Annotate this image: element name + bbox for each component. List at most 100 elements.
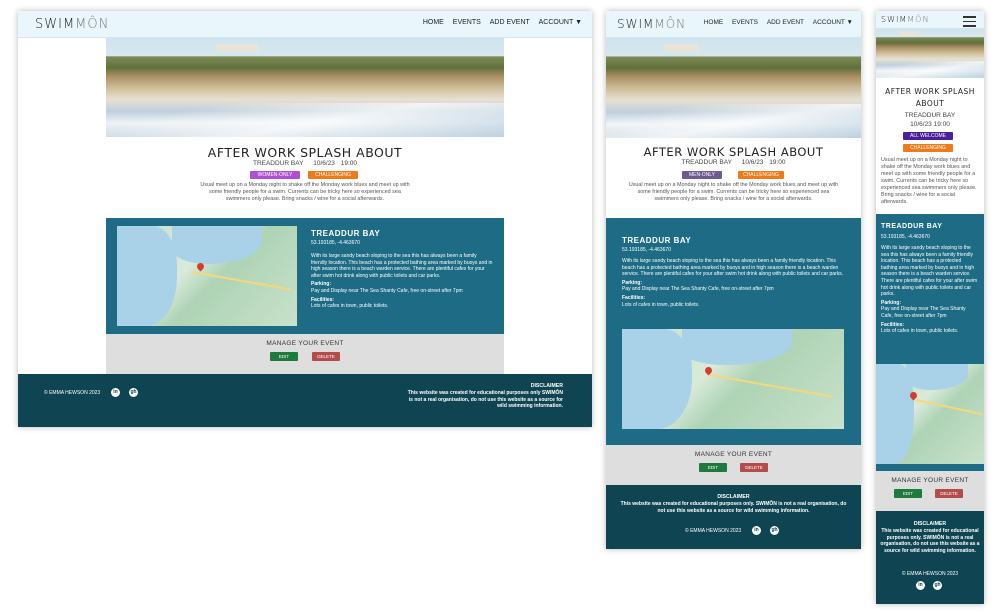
- facilities-text: Lots of cafes in town, public toilets.: [881, 328, 959, 335]
- event-date: 10/6/23: [741, 159, 764, 166]
- footer: DISCLAIMER This website was created for …: [876, 511, 984, 604]
- navbar: SWIMMÔN: [876, 11, 984, 29]
- map-road: [709, 374, 834, 398]
- location-section: TREADDUR BAY 53.193185, -4.463670 With i…: [606, 218, 861, 445]
- nav-home[interactable]: HOME: [423, 19, 444, 26]
- badge-challenging: CHALLENGING: [308, 171, 358, 179]
- event-meta: TREADDUR BAY 10/6/23 19:00: [18, 160, 592, 167]
- disclaimer-title: DISCLAIMER: [530, 383, 563, 389]
- disclaimer-title: DISCLAIMER: [913, 521, 947, 527]
- disclaimer-text: This website was created for educational…: [620, 501, 847, 514]
- event-location: TREADDUR BAY: [904, 112, 956, 119]
- nav-account[interactable]: ACCOUNT ▼: [813, 19, 853, 26]
- map-sea: [117, 226, 177, 326]
- map-sea: [682, 329, 792, 365]
- hero-building: [216, 44, 258, 52]
- hero-building: [664, 44, 698, 52]
- delete-button[interactable]: DELETE: [935, 489, 963, 498]
- disclaimer-title: DISCLAIMER: [717, 494, 750, 500]
- brand-prefix: SWIM: [617, 17, 655, 31]
- location-map[interactable]: [622, 329, 844, 429]
- parking-text: Pay and Display near The Sea Shanty Cafe…: [622, 286, 774, 293]
- event-time: 19:00: [340, 160, 358, 167]
- edit-button[interactable]: EDIT: [894, 489, 922, 498]
- linkedin-icon[interactable]: in: [111, 388, 120, 397]
- parking-label: Parking:: [622, 279, 643, 286]
- footer-copyright: © EMMA HEWSON 2023: [685, 528, 742, 534]
- footer-copyright: © EMMA HEWSON 2023: [901, 571, 959, 577]
- brand-prefix: SWIM: [35, 17, 76, 32]
- brand-logo[interactable]: SWIMMÔN: [881, 15, 929, 24]
- nav-events[interactable]: EVENTS: [732, 19, 758, 26]
- event-datetime: 10/6/23 19:00: [910, 121, 950, 128]
- badge-all-welcome: ALL WELCOME: [903, 132, 953, 140]
- location-map[interactable]: [876, 364, 984, 464]
- location-about: With its large sandy beach sloping to th…: [881, 245, 978, 298]
- facilities-text: Lots of cafes in town, public toilets.: [622, 301, 700, 308]
- location-details: With its large sandy beach sloping to th…: [311, 253, 493, 310]
- github-icon[interactable]: gh: [933, 581, 942, 590]
- nav-add-event[interactable]: ADD EVENT: [490, 19, 530, 26]
- nav-account[interactable]: ACCOUNT ▼: [539, 19, 582, 26]
- facilities-label: Facilities:: [311, 296, 335, 303]
- badge-challenging: CHALLENGING: [738, 171, 784, 179]
- event-location: TREADDUR BAY: [252, 160, 304, 167]
- parking-label: Parking:: [311, 281, 332, 288]
- location-coords: 53.193185, -4.463670: [311, 240, 360, 246]
- footer-copyright: © EMMA HEWSON 2023: [44, 390, 101, 396]
- location-about: With its large sandy beach sloping to th…: [311, 253, 493, 279]
- map-sea: [172, 226, 262, 264]
- edit-button[interactable]: EDIT: [270, 352, 298, 361]
- event-title: AFTER WORK SPLASH ABOUT: [643, 145, 824, 159]
- map-sea: [906, 364, 968, 390]
- brand-prefix: SWIM: [881, 15, 908, 24]
- brand-suffix: MÔN: [75, 17, 110, 32]
- hero-image: [606, 38, 861, 138]
- disclaimer-text: This website was created for educational…: [407, 390, 563, 409]
- edit-button[interactable]: EDIT: [699, 463, 727, 472]
- manage-section: MANAGE YOUR EVENT EDIT DELETE: [876, 471, 984, 511]
- nav-links: HOME EVENTS ADD EVENT ACCOUNT ▼: [697, 19, 853, 26]
- facilities-label: Facilities:: [622, 294, 646, 301]
- event-description: Usual meet up on a Monday night to shake…: [200, 182, 410, 202]
- github-icon[interactable]: gh: [129, 388, 138, 397]
- event-description: Usual meet up on a Monday night to shake…: [628, 182, 839, 202]
- github-icon[interactable]: gh: [770, 526, 779, 535]
- location-name: TREADDUR BAY: [622, 236, 692, 245]
- badge-challenging: CHALLENGING: [903, 144, 953, 152]
- linkedin-icon[interactable]: in: [916, 581, 925, 590]
- nav-events[interactable]: EVENTS: [453, 19, 481, 26]
- parking-label: Parking:: [881, 299, 902, 306]
- manage-title: MANAGE YOUR EVENT: [266, 340, 344, 347]
- brand-logo[interactable]: SWIMMÔN: [617, 17, 686, 31]
- event-title: AFTER WORK SPLASH ABOUT: [207, 145, 403, 160]
- badge-women-only: WOMEN-ONLY: [250, 171, 300, 179]
- brand-logo[interactable]: SWIMMÔN: [35, 17, 109, 32]
- nav-home[interactable]: HOME: [704, 19, 724, 26]
- nav-add-event[interactable]: ADD EVENT: [767, 19, 804, 26]
- event-date: 10/6/23: [313, 160, 335, 167]
- facilities-text: Lots of cafes in town, public toilets.: [311, 303, 389, 310]
- hamburger-menu-icon[interactable]: [963, 16, 976, 27]
- location-name: TREADDUR BAY: [311, 229, 381, 238]
- linkedin-icon[interactable]: in: [752, 526, 761, 535]
- manage-section: MANAGE YOUR EVENT EDIT DELETE: [106, 334, 504, 374]
- location-coords: 53.193185, -4.463670: [622, 247, 671, 253]
- navbar: SWIMMÔN HOME EVENTS ADD EVENT ACCOUNT ▼: [18, 11, 592, 38]
- event-time: 19:00: [769, 159, 786, 166]
- location-section: TREADDUR BAY 53.193185, -4.463670 With i…: [106, 218, 504, 334]
- disclaimer-text: This website was created for educational…: [880, 528, 980, 554]
- parking-text: Pay and Display near The Sea Shanty Cafe…: [881, 306, 966, 319]
- delete-button[interactable]: DELETE: [740, 463, 768, 472]
- mobile-preview: SWIMMÔN AFTER WORK SPLASH ABOUT TREADDUR…: [876, 11, 984, 604]
- navbar: SWIMMÔN HOME EVENTS ADD EVENT ACCOUNT ▼: [606, 11, 861, 38]
- tablet-preview: SWIMMÔN HOME EVENTS ADD EVENT ACCOUNT ▼ …: [606, 11, 861, 549]
- manage-section: MANAGE YOUR EVENT EDIT DELETE: [606, 445, 861, 485]
- location-map[interactable]: [117, 226, 297, 326]
- delete-button[interactable]: DELETE: [312, 352, 340, 361]
- event-location: TREADDUR BAY: [681, 159, 732, 166]
- hero-image: [106, 38, 504, 137]
- brand-suffix: MÔN: [654, 17, 687, 31]
- manage-title: MANAGE YOUR EVENT: [694, 451, 773, 458]
- map-road: [191, 271, 291, 290]
